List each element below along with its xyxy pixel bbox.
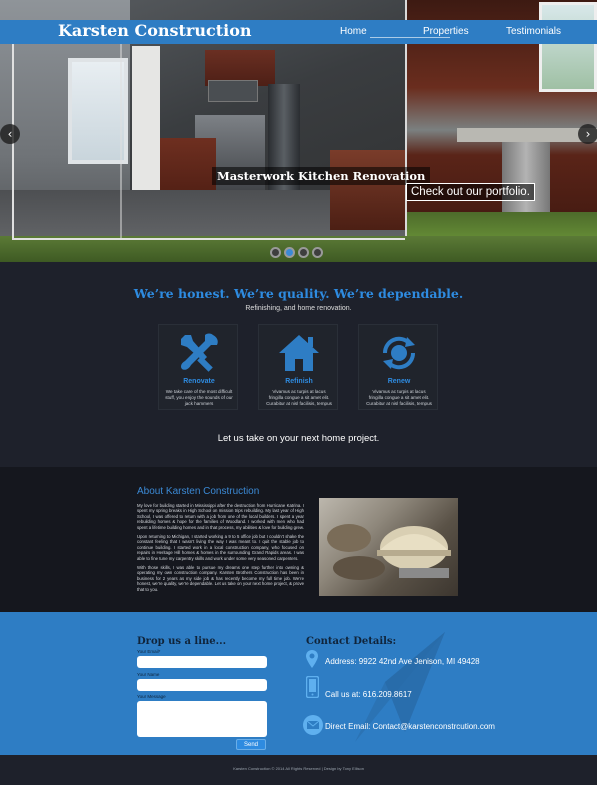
about-title: About Karsten Construction xyxy=(137,486,260,497)
service-text: Vivamus ac turpis at lacus fringilla con… xyxy=(366,389,432,406)
contact-section xyxy=(0,612,597,755)
about-text: My love for building started in Mississi… xyxy=(137,503,304,596)
services-subtagline: Refinishing, and home renovation. xyxy=(245,305,352,312)
email-field[interactable] xyxy=(137,656,267,668)
portfolio-link[interactable]: Check out our portfolio. xyxy=(406,183,535,201)
hero-frame-inner xyxy=(120,44,122,240)
nav-properties[interactable]: Properties xyxy=(423,26,469,37)
nav-home[interactable]: Home xyxy=(340,26,367,37)
hero-photo-window-right xyxy=(539,2,597,92)
phone-icon xyxy=(306,676,319,698)
service-card-refinish[interactable]: Refinish Vivamus ac turpis at lacus frin… xyxy=(258,324,338,410)
name-label: Your Name xyxy=(137,672,160,677)
service-card-renovate[interactable]: Renovate We take care of the most diffic… xyxy=(158,324,238,410)
nav-testimonials[interactable]: Testimonials xyxy=(506,26,561,37)
hero-caption-title: Masterwork Kitchen Renovation xyxy=(212,167,431,185)
about-paragraph: Upon returning to Michigan, I started wo… xyxy=(137,534,304,561)
service-title: Renew xyxy=(387,378,411,385)
hero-photo-counter xyxy=(457,128,597,142)
about-paragraph: My love for building started in Mississi… xyxy=(137,503,304,530)
service-title: Refinish xyxy=(285,378,313,385)
contact-phone: Call us at: 616.209.8617 xyxy=(325,690,412,699)
slider-next-button[interactable]: › xyxy=(578,124,597,144)
slider-dot[interactable] xyxy=(270,247,281,258)
hero-photo-window xyxy=(68,58,128,164)
contact-address: Address: 9922 42nd Ave Jenison, MI 49428 xyxy=(325,657,480,666)
email-label: Your Email* xyxy=(137,649,161,654)
recycle-icon xyxy=(382,336,416,370)
nav-active-indicator xyxy=(370,37,450,38)
map-pin-icon xyxy=(306,650,318,668)
footer-copyright: Karsten Construction © 2014 All Rights R… xyxy=(233,766,364,771)
hero-photo-microwave xyxy=(208,80,258,102)
message-label: Your Message xyxy=(137,694,166,699)
send-button[interactable]: Send xyxy=(236,739,266,750)
service-card-renew[interactable]: Renew Vivamus ac turpis at lacus fringil… xyxy=(358,324,438,410)
tools-icon xyxy=(181,333,218,372)
contact-details-title: Contact Details: xyxy=(306,636,397,647)
slider-dot[interactable] xyxy=(312,247,323,258)
slider-dot-active[interactable] xyxy=(284,247,295,258)
slider-dot[interactable] xyxy=(298,247,309,258)
contact-form-title: Drop us a line... xyxy=(137,636,227,647)
house-icon xyxy=(279,335,319,371)
service-text: Vivamus ac turpis at lacus fringilla con… xyxy=(266,389,332,406)
message-field[interactable] xyxy=(137,701,267,737)
service-title: Renovate xyxy=(183,378,215,385)
hero-frame-bottom xyxy=(12,238,405,240)
hero-photo-dishwasher xyxy=(502,142,550,212)
services-cta: Let us take on your next home project. xyxy=(217,433,380,444)
brand-logo[interactable]: Karsten Construction xyxy=(58,21,252,40)
contact-email[interactable]: Direct Email: Contact@karstenconstrcutio… xyxy=(325,722,495,731)
about-photo-tools xyxy=(319,498,458,596)
email-icon xyxy=(303,715,323,735)
slider-dots xyxy=(270,247,323,258)
service-text: We take care of the most difficult stuff… xyxy=(165,389,233,406)
services-tagline: We’re honest. We’re quality. We’re depen… xyxy=(133,286,464,301)
slider-prev-button[interactable]: ‹ xyxy=(0,124,20,144)
name-field[interactable] xyxy=(137,679,267,691)
about-paragraph: With those skills, I was able to pursue … xyxy=(137,565,304,592)
hero-photo-island xyxy=(330,150,410,230)
